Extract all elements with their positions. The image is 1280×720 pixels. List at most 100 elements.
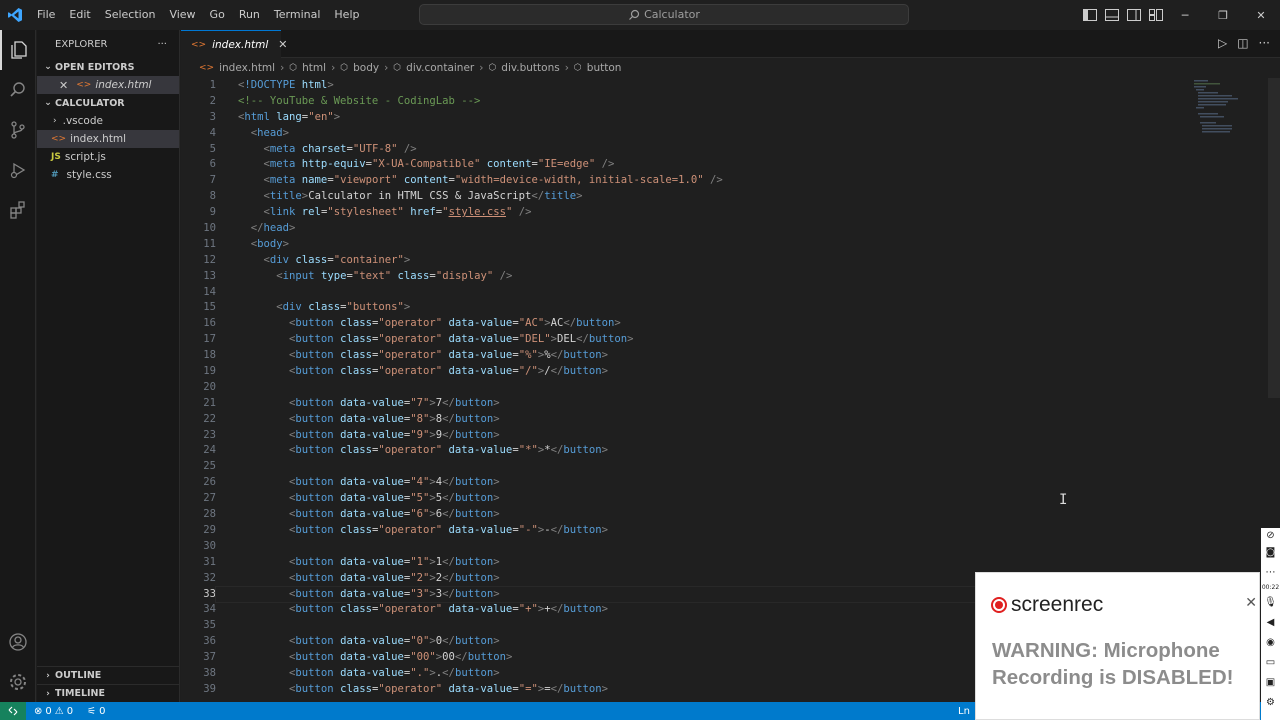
code-line[interactable]: 28 <button data-value="6">6</button> xyxy=(181,507,1280,523)
menu-dots-icon[interactable]: ⋯ xyxy=(1266,562,1276,582)
calculator-folder-section[interactable]: ⌄ CALCULATOR xyxy=(37,94,179,112)
breadcrumb-item[interactable]: div.container xyxy=(406,62,474,74)
code-line[interactable]: 14 xyxy=(181,285,1280,301)
search-icon[interactable] xyxy=(0,70,36,110)
line-number: 2 xyxy=(209,94,216,107)
command-center-search[interactable]: Calculator xyxy=(419,4,909,25)
file-style-css[interactable]: # style.css xyxy=(37,166,179,184)
cursor-position[interactable]: Ln xyxy=(958,706,970,717)
code-token: button xyxy=(454,666,494,679)
minimap[interactable] xyxy=(1192,78,1242,138)
breadcrumb-item[interactable]: div.buttons xyxy=(501,62,559,74)
code-line[interactable]: 2 <!-- YouTube & Website - CodingLab --> xyxy=(181,94,1280,110)
code-line[interactable]: 30 xyxy=(181,539,1280,555)
close-editor-icon[interactable]: ✕ xyxy=(59,79,68,92)
code-line[interactable]: 11 <body> xyxy=(181,237,1280,253)
code-line[interactable]: 22 <button data-value="8">8</button> xyxy=(181,412,1280,428)
menu-view[interactable]: View xyxy=(162,0,202,30)
editor-actions: ▷ ◫ ··· xyxy=(1218,36,1270,50)
code-line[interactable]: 1 <!DOCTYPE html> xyxy=(181,78,1280,94)
speaker-icon[interactable]: ◀ xyxy=(1267,612,1275,632)
screenshot-icon[interactable]: ▣ xyxy=(1266,672,1275,692)
close-popup-icon[interactable]: ✕ xyxy=(1245,595,1257,611)
code-line[interactable]: 21 <button data-value="7">7</button> xyxy=(181,396,1280,412)
restore-icon[interactable]: ❐ xyxy=(1204,0,1242,30)
code-token: class xyxy=(340,682,372,695)
extensions-icon[interactable] xyxy=(0,190,36,230)
vertical-scrollbar[interactable] xyxy=(1268,78,1280,398)
code-line[interactable]: 29 <button class="operator" data-value="… xyxy=(181,523,1280,539)
code-line[interactable]: 7 <meta name="viewport" content="width=d… xyxy=(181,173,1280,189)
code-line[interactable]: 20 xyxy=(181,380,1280,396)
code-line[interactable]: 27 <button data-value="5">5</button> xyxy=(181,491,1280,507)
open-editors-section[interactable]: ⌄ OPEN EDITORS xyxy=(37,58,179,76)
code-token: > xyxy=(601,349,609,362)
outline-section[interactable]: › OUTLINE xyxy=(37,666,180,684)
code-line[interactable]: 5 <meta charset="UTF-8" /> xyxy=(181,142,1280,158)
draw-icon[interactable]: ▭ xyxy=(1266,652,1275,672)
explorer-header: EXPLORER ··· xyxy=(37,30,179,58)
code-line[interactable]: 9 <link rel="stylesheet" href="style.css… xyxy=(181,205,1280,221)
breadcrumb-item[interactable]: button xyxy=(587,62,622,74)
breadcrumb-item[interactable]: html xyxy=(302,62,326,74)
code-token: button xyxy=(295,333,341,346)
menu-terminal[interactable]: Terminal xyxy=(267,0,328,30)
customize-layout-icon[interactable] xyxy=(1148,7,1164,23)
account-icon[interactable] xyxy=(0,622,36,662)
code-line[interactable]: 25 xyxy=(181,459,1280,475)
camera-icon[interactable]: ◙ xyxy=(1266,542,1276,562)
timeline-section[interactable]: › TIMELINE xyxy=(37,684,180,702)
source-control-icon[interactable] xyxy=(0,110,36,150)
file-vscode-folder[interactable]: › .vscode xyxy=(37,112,179,130)
menu-selection[interactable]: Selection xyxy=(98,0,163,30)
code-line[interactable]: 26 <button data-value="4">4</button> xyxy=(181,475,1280,491)
run-debug-icon[interactable] xyxy=(0,150,36,190)
file-script-js[interactable]: JS script.js xyxy=(37,148,179,166)
code-line[interactable]: 10 </head> xyxy=(181,221,1280,237)
code-line[interactable]: 31 <button data-value="1">1</button> xyxy=(181,555,1280,571)
settings-icon[interactable]: ⚙ xyxy=(1266,692,1275,712)
toggle-secondary-sidebar-icon[interactable] xyxy=(1126,7,1142,23)
breadcrumb-item[interactable]: body xyxy=(353,62,379,74)
remote-icon[interactable] xyxy=(0,702,26,720)
menu-run[interactable]: Run xyxy=(232,0,267,30)
code-line[interactable]: 17 <button class="operator" data-value="… xyxy=(181,332,1280,348)
tab-index-html[interactable]: <> index.html ✕ xyxy=(181,30,287,58)
close-window-icon[interactable]: ✕ xyxy=(1242,0,1280,30)
microphone-icon[interactable]: 🎙 xyxy=(1264,592,1277,612)
code-line[interactable]: 3 <html lang="en"> xyxy=(181,110,1280,126)
webcam-icon[interactable]: ◉ xyxy=(1266,632,1275,652)
problems-indicator[interactable]: ⊗ 0 ⚠ 0 xyxy=(34,706,73,717)
toggle-sidebar-icon[interactable] xyxy=(1082,7,1098,23)
toggle-panel-icon[interactable] xyxy=(1104,7,1120,23)
menu-edit[interactable]: Edit xyxy=(62,0,97,30)
code-line[interactable]: 6 <meta http-equiv="X-UA-Compatible" con… xyxy=(181,157,1280,173)
code-line[interactable]: 23 <button data-value="9">9</button> xyxy=(181,428,1280,444)
close-tab-icon[interactable]: ✕ xyxy=(278,38,287,51)
more-icon[interactable]: ··· xyxy=(1259,36,1270,50)
code-line[interactable]: 24 <button class="operator" data-value="… xyxy=(181,443,1280,459)
split-editor-icon[interactable]: ◫ xyxy=(1237,36,1248,50)
code-line[interactable]: 15 <div class="buttons"> xyxy=(181,300,1280,316)
more-actions-icon[interactable]: ··· xyxy=(157,39,167,50)
menu-go[interactable]: Go xyxy=(203,0,232,30)
minimize-icon[interactable]: ─ xyxy=(1166,0,1204,30)
run-icon[interactable]: ▷ xyxy=(1218,36,1227,50)
menu-file[interactable]: File xyxy=(30,0,62,30)
breadcrumb-item[interactable]: index.html xyxy=(219,62,275,74)
code-token: data-value xyxy=(340,428,404,441)
settings-gear-icon[interactable] xyxy=(0,662,36,702)
code-line[interactable]: 16 <button class="operator" data-value="… xyxy=(181,316,1280,332)
menu-help[interactable]: Help xyxy=(327,0,366,30)
open-editor-item[interactable]: ✕ <> index.html xyxy=(37,76,179,94)
explorer-icon[interactable] xyxy=(0,30,36,70)
code-line[interactable]: 12 <div class="container"> xyxy=(181,253,1280,269)
code-line[interactable]: 18 <button class="operator" data-value="… xyxy=(181,348,1280,364)
code-line[interactable]: 8 <title>Calculator in HTML CSS & JavaSc… xyxy=(181,189,1280,205)
code-line[interactable]: 13 <input type="text" class="display" /> xyxy=(181,269,1280,285)
code-line[interactable]: 4 <head> xyxy=(181,126,1280,142)
file-index-html[interactable]: <> index.html xyxy=(37,130,179,148)
ports-indicator[interactable]: ⚟ 0 xyxy=(87,706,105,717)
pin-icon[interactable]: ⊘ xyxy=(1266,528,1274,542)
code-line[interactable]: 19 <button class="operator" data-value="… xyxy=(181,364,1280,380)
